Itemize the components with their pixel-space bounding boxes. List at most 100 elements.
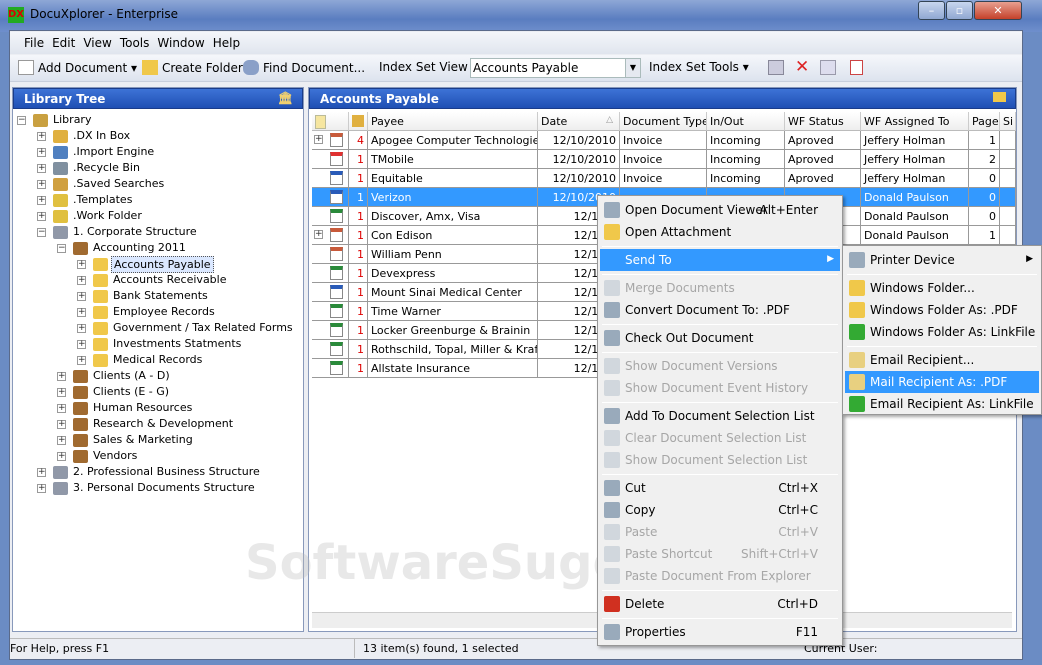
expand-icon[interactable]: +: [77, 324, 86, 333]
tree-item-recycle-bin[interactable]: + .Recycle Bin: [13, 161, 303, 177]
menu-help[interactable]: Help: [209, 32, 244, 54]
expand-icon[interactable]: +: [77, 276, 86, 285]
tree-item-templates[interactable]: + .Templates: [13, 193, 303, 209]
menu-item-cut[interactable]: Cut Ctrl+X: [600, 477, 840, 499]
menu-tools[interactable]: Tools: [116, 32, 154, 54]
tree-item-bank-statements[interactable]: + Bank Statements: [13, 289, 303, 305]
menu-item-check-out-document[interactable]: Check Out Document: [600, 327, 840, 349]
expand-icon[interactable]: +: [37, 132, 46, 141]
menu-view[interactable]: View: [79, 32, 115, 54]
collapse-icon[interactable]: −: [37, 228, 46, 237]
tree-item-dx-in-box[interactable]: + .DX In Box: [13, 129, 303, 145]
expand-icon[interactable]: +: [57, 452, 66, 461]
tree-item-human-resources[interactable]: + Human Resources: [13, 401, 303, 417]
tree-item-government-tax-related-forms[interactable]: + Government / Tax Related Forms: [13, 321, 303, 337]
expand-icon[interactable]: +: [77, 292, 86, 301]
expand-icon[interactable]: +: [57, 420, 66, 429]
menu-item-add-to-document-selection-list[interactable]: Add To Document Selection List: [600, 405, 840, 427]
table-row[interactable]: 1 Equitable 12/10/2010 Invoice Incoming Aprov…: [312, 169, 1016, 188]
find-document-button[interactable]: Find Document...: [243, 60, 365, 75]
column-header-payee[interactable]: Payee: [368, 112, 538, 131]
expand-icon[interactable]: +: [37, 180, 46, 189]
expand-icon[interactable]: +: [314, 230, 323, 239]
grid-view-icon[interactable]: [768, 60, 784, 75]
expand-icon[interactable]: +: [57, 372, 66, 381]
tree-item-clients-a-d[interactable]: + Clients (A - D): [13, 369, 303, 385]
menu-item-properties[interactable]: Properties F11: [600, 621, 840, 643]
expand-icon[interactable]: +: [77, 308, 86, 317]
table-row[interactable]: 1 TMobile 12/10/2010 Invoice Incoming Aproved…: [312, 150, 1016, 169]
column-header-si[interactable]: Si: [1000, 112, 1016, 131]
tree-item-clients-e-g[interactable]: + Clients (E - G): [13, 385, 303, 401]
column-header-in-out[interactable]: In/Out: [707, 112, 785, 131]
column-header-document[interactable]: [312, 112, 349, 131]
menu-item-convert-document-to-pdf[interactable]: Convert Document To: .PDF: [600, 299, 840, 321]
menu-item-windows-folder-as-linkfile[interactable]: Windows Folder As: LinkFile: [845, 321, 1039, 343]
column-header-page[interactable]: Page: [969, 112, 1000, 131]
cell-icon: [325, 245, 349, 263]
menu-item-open-document-viewer[interactable]: Open Document Viewer Alt+Enter: [600, 199, 840, 221]
menu-item-delete[interactable]: Delete Ctrl+D: [600, 593, 840, 615]
expand-icon[interactable]: +: [37, 164, 46, 173]
tree-item-saved-searches[interactable]: + .Saved Searches: [13, 177, 303, 193]
tree-item-accounts-payable[interactable]: + Accounts Payable: [13, 256, 303, 273]
properties-icon[interactable]: [850, 60, 863, 75]
menu-item-windows-folder[interactable]: Windows Folder...: [845, 277, 1039, 299]
menu-item-email-recipient[interactable]: Email Recipient...: [845, 349, 1039, 371]
column-header-count[interactable]: [349, 112, 368, 131]
column-header-document-type[interactable]: Document Type: [620, 112, 707, 131]
delete-icon[interactable]: ✕: [795, 57, 809, 77]
add-document-button[interactable]: Add Document ▾: [18, 60, 137, 75]
expand-icon[interactable]: +: [314, 135, 323, 144]
index-set-view-select[interactable]: Accounts Payable ▼: [470, 58, 641, 78]
tree-item-vendors[interactable]: + Vendors: [13, 449, 303, 465]
expand-icon[interactable]: +: [77, 340, 86, 349]
tree-item-investments-statments[interactable]: + Investments Statments: [13, 337, 303, 353]
menu-file[interactable]: File: [20, 32, 48, 54]
tree-item-3-personal-documents-structure[interactable]: +3. Personal Documents Structure: [13, 481, 303, 497]
expand-icon[interactable]: +: [37, 196, 46, 205]
column-header-wf-assigned-to[interactable]: WF Assigned To: [861, 112, 969, 131]
tree-item-research-development[interactable]: + Research & Development: [13, 417, 303, 433]
tree-item-1-corporate-structure[interactable]: − 1. Corporate Structure: [13, 225, 303, 241]
menu-item-printer-device[interactable]: Printer Device ▶: [845, 249, 1039, 271]
expand-icon[interactable]: +: [57, 436, 66, 445]
menu-item-send-to[interactable]: Send To ▶: [600, 249, 840, 271]
chevron-down-icon[interactable]: ▼: [625, 59, 640, 77]
minimize-button[interactable]: –: [918, 1, 945, 20]
table-row[interactable]: +4 Apogee Computer Technologies 12/10/2010…: [312, 131, 1016, 150]
menu-item-email-recipient-as-linkfile[interactable]: Email Recipient As: LinkFile: [845, 393, 1039, 415]
expand-icon[interactable]: +: [37, 484, 46, 493]
column-header-wf-status[interactable]: WF Status: [785, 112, 861, 131]
tree-item-accounting-2011[interactable]: − Accounting 2011: [13, 241, 303, 257]
menu-edit[interactable]: Edit: [48, 32, 79, 54]
expand-icon[interactable]: +: [57, 388, 66, 397]
index-set-tools-button[interactable]: Index Set Tools ▾: [649, 60, 749, 74]
column-header-date[interactable]: Date △: [538, 112, 620, 131]
tree-item-accounts-receivable[interactable]: + Accounts Receivable: [13, 273, 303, 289]
tree-item-work-folder[interactable]: + .Work Folder: [13, 209, 303, 225]
menu-item-copy[interactable]: Copy Ctrl+C: [600, 499, 840, 521]
tree-item-library[interactable]: − Library: [13, 113, 303, 129]
expand-icon[interactable]: +: [77, 356, 86, 365]
tree-item-2-professional-business-structure[interactable]: +2. Professional Business Structure: [13, 465, 303, 481]
tree-item-sales-marketing[interactable]: + Sales & Marketing: [13, 433, 303, 449]
expand-icon[interactable]: +: [77, 260, 86, 269]
menu-item-mail-recipient-as-pdf[interactable]: Mail Recipient As: .PDF: [845, 371, 1039, 393]
collapse-icon[interactable]: −: [57, 244, 66, 253]
expand-icon[interactable]: +: [37, 148, 46, 157]
close-button[interactable]: ✕: [974, 1, 1022, 20]
menu-item-open-attachment[interactable]: Open Attachment: [600, 221, 840, 243]
tree-item-medical-records[interactable]: + Medical Records: [13, 353, 303, 369]
menu-window[interactable]: Window: [153, 32, 208, 54]
maximize-button[interactable]: ▫: [946, 1, 973, 20]
export-icon[interactable]: [820, 60, 836, 75]
collapse-icon[interactable]: −: [17, 116, 26, 125]
create-folder-button[interactable]: Create Folder: [142, 60, 243, 75]
tree-item-employee-records[interactable]: + Employee Records: [13, 305, 303, 321]
expand-icon[interactable]: +: [57, 404, 66, 413]
expand-icon[interactable]: +: [37, 212, 46, 221]
expand-icon[interactable]: +: [37, 468, 46, 477]
tree-item-import-engine[interactable]: + .Import Engine: [13, 145, 303, 161]
menu-item-windows-folder-as-pdf[interactable]: Windows Folder As: .PDF: [845, 299, 1039, 321]
